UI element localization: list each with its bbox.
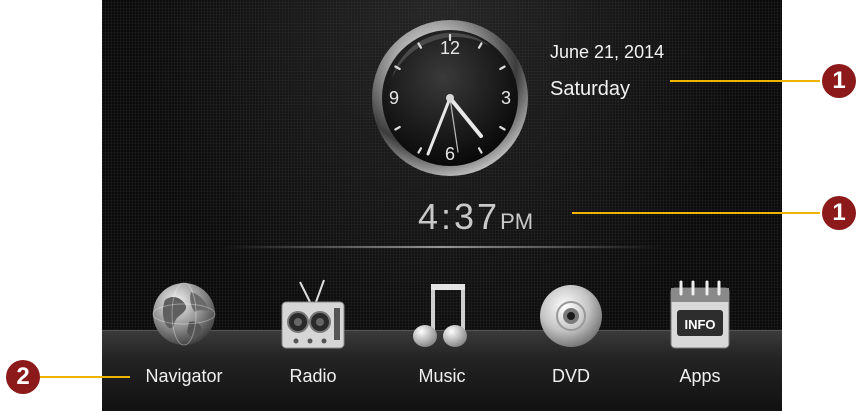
analog-clock[interactable]: 12 3 6 9 <box>370 18 530 178</box>
numeral-12: 12 <box>440 38 460 58</box>
numeral-9: 9 <box>389 88 399 108</box>
divider <box>222 246 662 248</box>
app-apps[interactable]: INFO Apps <box>645 278 755 398</box>
numeral-3: 3 <box>501 88 511 108</box>
app-label: Apps <box>679 366 721 386</box>
music-note-icon <box>409 278 475 350</box>
globe-icon <box>151 278 217 350</box>
app-dvd[interactable]: DVD <box>516 278 626 398</box>
head-unit-screen: 12 3 6 9 June 21, 2014 Saturday 4:37PM N… <box>102 0 782 411</box>
app-label: Navigator <box>145 366 223 386</box>
day-text: Saturday <box>550 78 631 100</box>
app-radio[interactable]: Radio <box>258 278 368 398</box>
time-ampm: PM <box>500 209 534 234</box>
dvd-disc-icon <box>538 278 604 350</box>
app-label: Radio <box>289 366 337 386</box>
clock-face-icon: 12 3 6 9 <box>372 20 528 176</box>
info-icon-text: INFO <box>684 317 715 332</box>
time-digits: 4:37 <box>418 196 501 237</box>
callout-badge-date: 1 <box>822 64 856 98</box>
app-navigator[interactable]: Navigator <box>129 278 239 398</box>
numeral-6: 6 <box>445 144 455 164</box>
app-label: Music <box>418 366 466 386</box>
date-text: June 21, 2014 <box>550 42 665 62</box>
callout-line-date <box>670 80 820 82</box>
info-calendar-icon: INFO <box>667 278 733 350</box>
callout-badge-time: 1 <box>822 196 856 230</box>
callout-line-time <box>572 212 820 214</box>
callout-badge-dock: 2 <box>6 360 40 394</box>
callout-line-dock <box>40 376 130 378</box>
app-label: DVD <box>551 366 590 386</box>
digital-clock: 4:37PM <box>418 196 533 238</box>
radio-icon <box>280 278 346 350</box>
app-music[interactable]: Music <box>387 278 497 398</box>
